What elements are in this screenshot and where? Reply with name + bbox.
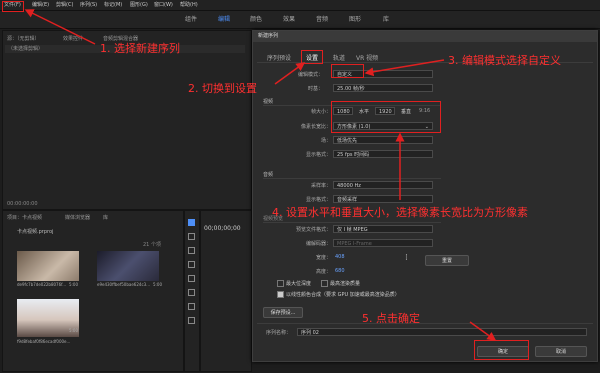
arrow-step5 [469,321,497,341]
arrow-step2 [274,62,306,85]
arrow-step3 [364,59,445,77]
annotation-step4: 4. 设置水平和垂直大小，选择像素长宽比为方形像素 [272,206,528,219]
annotation-step1: 1. 选择新建序列 [100,42,180,55]
annotation-step5: 5. 点击确定 [362,312,420,325]
arrow-step1 [24,9,96,45]
annotation-step2: 2. 切换到设置 [188,82,257,95]
annotation-step3: 3. 编辑模式选择自定义 [448,54,561,67]
